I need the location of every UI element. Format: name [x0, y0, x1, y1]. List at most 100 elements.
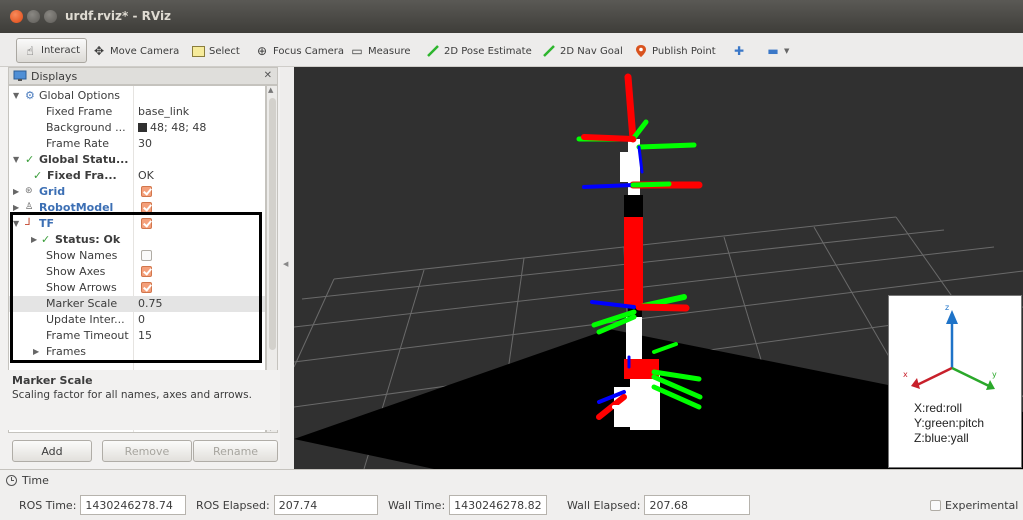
scroll-up-icon[interactable]: ▲ [268, 86, 273, 94]
checkmark-icon: ✓ [25, 153, 35, 166]
robot-icon: ♙ [25, 202, 34, 212]
focus-camera-tool-button[interactable]: ⊕ Focus Camera [255, 41, 344, 61]
axis-x-letter: x [903, 370, 908, 379]
select-label: Select [209, 45, 240, 57]
grid-checkbox[interactable] [141, 186, 152, 197]
tree-row-fixed-frame[interactable]: Fixed Frame base_link [9, 104, 265, 120]
tool-menu-button[interactable]: ▬ ▼ [766, 41, 789, 61]
axis-z-letter: z [945, 303, 950, 312]
gear-icon: ⚙ [25, 89, 35, 102]
wall-elapsed-label: Wall Elapsed: [567, 498, 641, 512]
expand-arrow-icon[interactable]: ▼ [13, 91, 19, 100]
select-tool-button[interactable]: Select [191, 41, 240, 61]
expand-arrow-icon[interactable]: ▼ [13, 155, 19, 164]
add-tool-button[interactable]: ✚ [732, 41, 746, 61]
tree-row-frame-rate[interactable]: Frame Rate 30 [9, 136, 265, 152]
scrollbar-thumb[interactable] [269, 98, 276, 350]
global-status-label: Global Statu... [39, 153, 129, 166]
experimental-label: Experimental [945, 498, 1019, 512]
focus-camera-icon: ⊕ [256, 44, 268, 58]
description-title: Marker Scale [12, 374, 93, 387]
checkmark-icon: ✓ [33, 169, 43, 182]
time-panel: Time ROS Time: 1430246278.74 ROS Elapsed… [0, 469, 1023, 520]
background-value[interactable]: 48; 48; 48 [138, 121, 206, 134]
monitor-icon [13, 69, 27, 83]
remove-button[interactable]: Remove [102, 440, 192, 462]
tree-row-grid[interactable]: ▶ ⊛ Grid [9, 184, 265, 200]
close-icon[interactable]: ✕ [264, 70, 272, 81]
description-text: Scaling factor for all names, axes and a… [12, 389, 252, 401]
experimental-checkbox[interactable] [930, 499, 941, 511]
displays-panel: Displays ✕ ▼ ⚙ Global Options Fixed Fram… [8, 67, 278, 469]
tf-highlight-box [10, 212, 262, 363]
panel-splitter[interactable]: ◀ [280, 67, 294, 469]
property-description: Marker Scale Scaling factor for all name… [8, 370, 278, 430]
select-box-icon [191, 44, 205, 58]
window-titlebar: urdf.rviz* - RViz [0, 0, 1023, 33]
nav-goal-label: 2D Nav Goal [560, 45, 623, 57]
axes-legend-svg [911, 310, 995, 390]
main-toolbar: ☝ Interact ✥ Move Camera Select ⊕ Focus … [0, 33, 1023, 67]
green-arrow-icon [426, 44, 440, 58]
displays-title: Displays [31, 69, 78, 83]
fixed-frame-label: Fixed Frame [46, 105, 113, 118]
expand-arrow-icon[interactable]: ▶ [13, 187, 19, 196]
measure-label: Measure [368, 45, 411, 57]
wall-time-field: Wall Time: 1430246278.82 [388, 495, 548, 515]
experimental-toggle[interactable]: Experimental [930, 495, 1018, 515]
pose-estimate-tool-button[interactable]: 2D Pose Estimate [426, 41, 532, 61]
ros-elapsed-input[interactable]: 207.74 [273, 495, 378, 515]
axes-legend-z: Z:blue:yall [914, 431, 969, 445]
axis-y-letter: y [992, 370, 997, 379]
axes-legend: z x y X:red:roll Y:green:pitch Z:blue:ya… [888, 295, 1022, 468]
tree-row-background[interactable]: Background ... 48; 48; 48 [9, 120, 265, 136]
minimize-window-button[interactable] [27, 10, 40, 23]
frame-rate-value[interactable]: 30 [138, 137, 152, 150]
white-block-top [620, 152, 638, 182]
red-link-upper [624, 217, 643, 307]
add-button[interactable]: Add [12, 440, 92, 462]
ros-time-field: ROS Time: 1430246278.74 [19, 495, 187, 515]
plus-icon: ✚ [733, 44, 745, 58]
publish-point-label: Publish Point [652, 45, 716, 57]
tree-row-global-status[interactable]: ▼ ✓ Global Statu... [9, 152, 265, 168]
rename-button[interactable]: Rename [193, 440, 278, 462]
tree-row-global-options[interactable]: ▼ ⚙ Global Options [9, 88, 265, 104]
collapse-arrow-icon[interactable]: ◀ [283, 260, 288, 268]
measure-tool-button[interactable]: ▭ Measure [350, 41, 411, 61]
expand-arrow-icon[interactable]: ▶ [13, 203, 19, 212]
green-arrow-icon [542, 44, 556, 58]
wall-elapsed-input[interactable]: 207.68 [644, 495, 751, 515]
focus-camera-label: Focus Camera [273, 45, 344, 57]
ros-time-input[interactable]: 1430246278.74 [80, 495, 187, 515]
tree-row-fixed-frame-status[interactable]: ✓ Fixed Fra... OK [9, 168, 265, 184]
ros-time-label: ROS Time: [19, 498, 77, 512]
background-value-text: 48; 48; 48 [150, 121, 207, 134]
3d-viewport[interactable]: z x y X:red:roll Y:green:pitch Z:blue:ya… [294, 67, 1023, 469]
interact-label: Interact [41, 45, 81, 56]
background-label: Background ... [46, 121, 126, 134]
maximize-window-button[interactable] [44, 10, 57, 23]
interact-tool-button[interactable]: ☝ Interact [16, 38, 88, 63]
close-window-button[interactable] [10, 10, 23, 23]
move-camera-tool-button[interactable]: ✥ Move Camera [92, 41, 179, 61]
move-camera-label: Move Camera [110, 45, 180, 57]
time-title: Time [22, 473, 49, 487]
ros-elapsed-label: ROS Elapsed: [196, 498, 270, 512]
publish-point-tool-button[interactable]: Publish Point [634, 41, 716, 61]
wall-time-input[interactable]: 1430246278.82 [449, 495, 548, 515]
axes-legend-x: X:red:roll [914, 401, 963, 415]
map-pin-icon [634, 44, 648, 58]
fixed-frame-value[interactable]: base_link [138, 105, 189, 118]
global-options-label: Global Options [39, 89, 121, 102]
displays-dock-title: Displays ✕ [8, 67, 278, 85]
move-camera-icon: ✥ [93, 44, 105, 58]
ruler-icon: ▭ [351, 44, 363, 58]
frame-rate-label: Frame Rate [46, 137, 109, 150]
nav-goal-tool-button[interactable]: 2D Nav Goal [542, 41, 623, 61]
fixed-frame-status-label: Fixed Fra... [47, 169, 117, 182]
time-panel-title: Time [6, 473, 49, 487]
grid-label: Grid [39, 185, 66, 198]
fixed-frame-status-value: OK [138, 169, 154, 182]
chevron-down-icon: ▼ [784, 47, 790, 55]
